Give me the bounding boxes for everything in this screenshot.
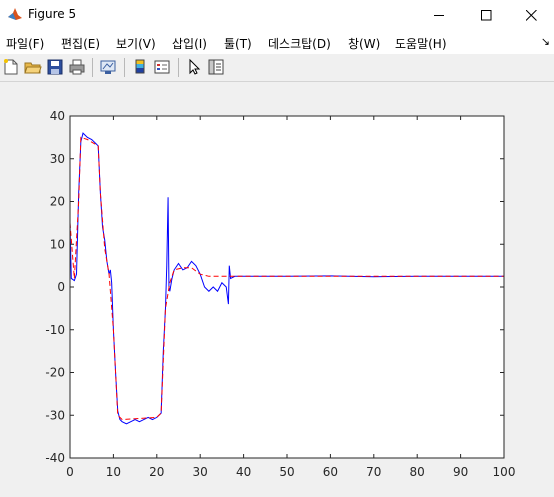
y-tick-label: -30: [45, 408, 65, 422]
close-icon: [526, 10, 537, 21]
menu-edit[interactable]: 편집(E): [61, 35, 100, 52]
toolbar-separator: [92, 58, 93, 77]
x-tick-label: 90: [453, 465, 468, 479]
x-tick-label: 80: [410, 465, 425, 479]
x-tick-label: 20: [149, 465, 164, 479]
minimize-button[interactable]: [416, 0, 462, 30]
toolbar-separator: [178, 58, 179, 77]
y-tick-label: -10: [45, 323, 65, 337]
y-tick-label: -20: [45, 366, 65, 380]
maximize-icon: [481, 10, 492, 21]
insert-legend-icon[interactable]: [153, 58, 171, 76]
maximize-button[interactable]: [463, 0, 509, 30]
y-tick-label: 30: [50, 152, 65, 166]
menu-insert[interactable]: 삽입(I): [172, 35, 207, 52]
menu-window[interactable]: 창(W): [348, 35, 380, 52]
insert-colorbar-icon[interactable]: [131, 58, 149, 76]
x-tick-label: 50: [279, 465, 294, 479]
title-bar: Figure 5: [0, 0, 554, 30]
print-icon[interactable]: [68, 58, 86, 76]
toolbar-separator: [124, 58, 125, 77]
new-figure-icon[interactable]: [2, 58, 20, 76]
y-tick-label: 20: [50, 195, 65, 209]
x-tick-label: 30: [193, 465, 208, 479]
menu-desktop[interactable]: 데스크탑(D): [268, 35, 331, 52]
menu-tools[interactable]: 툴(T): [224, 35, 252, 52]
property-inspector-icon[interactable]: [207, 58, 225, 76]
menu-file[interactable]: 파일(F): [6, 35, 44, 52]
x-tick-label: 40: [236, 465, 251, 479]
open-file-icon[interactable]: [24, 58, 42, 76]
menu-help[interactable]: 도움말(H): [395, 35, 447, 52]
minimize-icon: [434, 15, 444, 16]
axes-background: [70, 116, 504, 458]
x-tick-label: 70: [366, 465, 381, 479]
close-button[interactable]: [508, 0, 554, 30]
matlab-logo-icon: [7, 6, 23, 22]
y-tick-label: 40: [50, 109, 65, 123]
link-plot-icon[interactable]: [99, 58, 117, 76]
y-tick-label: 10: [50, 237, 65, 251]
menu-view[interactable]: 보기(V): [116, 35, 156, 52]
menu-bar: 파일(F) 편집(E) 보기(V) 삽입(I) 툴(T) 데스크탑(D) 창(W…: [0, 30, 554, 54]
toolbar: [0, 54, 554, 82]
y-tick-label: -40: [45, 451, 65, 465]
line-plot[interactable]: 0 10 20 30 40 50 60 70 80 90 100 -40 -30 -20 -10 0 10 20 3…: [0, 82, 554, 497]
x-tick-label: 100: [493, 465, 516, 479]
x-tick-label: 60: [323, 465, 338, 479]
x-tick-label: 10: [106, 465, 121, 479]
edit-plot-icon[interactable]: [185, 58, 203, 76]
y-tick-label: 0: [57, 280, 65, 294]
dock-arrow-icon[interactable]: ↘: [541, 35, 550, 48]
save-icon[interactable]: [46, 58, 64, 76]
window-title: Figure 5: [28, 7, 77, 21]
x-tick-label: 0: [66, 465, 74, 479]
